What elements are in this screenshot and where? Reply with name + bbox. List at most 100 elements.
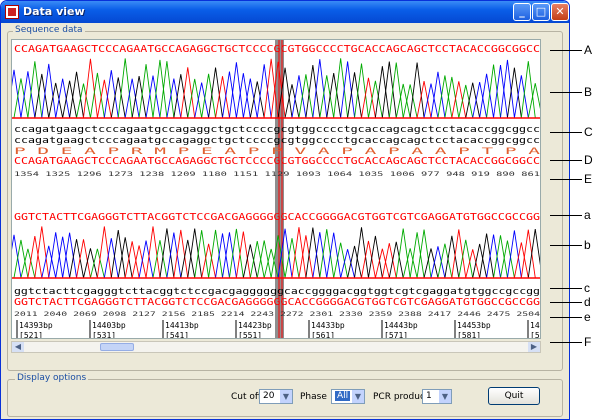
chevron-down-icon[interactable]: ▼ — [439, 390, 451, 403]
trace-peak — [486, 64, 501, 119]
scroll-thumb[interactable] — [100, 343, 134, 351]
trace-peak — [249, 81, 265, 119]
trace-peak — [486, 234, 501, 279]
bp-marker-index: [571] — [384, 331, 408, 339]
trace-peak — [215, 233, 230, 279]
trace-peak — [416, 80, 432, 119]
trace-peak — [89, 248, 105, 279]
trace-peak — [62, 232, 78, 279]
bp-marker-index: [531] — [92, 331, 116, 339]
sequence-row-a-lower: GGTCTACTTCGAGGGTCTTACGGTCTCCGACGAGGGGGGC… — [14, 212, 540, 223]
trace-peak — [291, 227, 307, 279]
bp-marker-index: [541] — [165, 331, 189, 339]
row-label-leader — [550, 317, 582, 318]
trace-peak — [228, 62, 244, 119]
pcr-product-value: 1 — [426, 391, 432, 401]
basecall-row-c1: ccagatgaagctcccagaatgccagaggctgctccccgcg… — [14, 125, 540, 135]
cutoff-select[interactable]: 20 ▼ — [259, 389, 293, 404]
trace-peak — [55, 78, 71, 119]
sequence-row-d-lower: GGTCTACTTCGAGGGTCTTACGGTCTCCGACGAGGGGGGC… — [14, 297, 540, 308]
bp-marker-label: 14413bp — [165, 321, 199, 330]
close-button[interactable]: ✕ — [551, 3, 569, 21]
trace-peak — [465, 82, 481, 119]
trace-peak — [388, 62, 404, 119]
scroll-right-arrow-icon[interactable]: ▶ — [528, 342, 540, 352]
trace-peak — [326, 73, 342, 119]
data-view-window: Data view _ □ ✕ Sequence data CCAGATGAAG… — [0, 0, 570, 420]
trace-peak — [513, 242, 529, 279]
row-label-F: F — [584, 335, 592, 349]
bp-marker-label: 14423bp — [238, 321, 272, 330]
trace-peak — [242, 244, 258, 279]
trace-peak — [423, 83, 439, 119]
horizontal-scrollbar[interactable]: ◀ ▶ — [11, 341, 541, 353]
bp-marker-index: [551] — [238, 331, 262, 339]
row-label-c: c — [584, 281, 590, 295]
trace-peak — [451, 229, 467, 279]
position-row-e: 1354 1325 1296 1273 1238 1209 1180 1151 … — [14, 171, 541, 178]
trace-peak — [361, 77, 376, 119]
row-label-D: D — [584, 153, 593, 167]
row-label-E: E — [584, 172, 593, 186]
row-label-leader — [550, 245, 582, 246]
bp-marker-index: [581] — [457, 331, 481, 339]
bp-marker-label: 14403bp — [92, 321, 126, 330]
trace-peak — [228, 228, 244, 279]
trace-peak — [347, 245, 362, 279]
phase-label: Phase — [300, 392, 327, 402]
row-label-leader — [550, 215, 582, 216]
bp-marker-label: 14453bp — [457, 321, 491, 330]
trace-peak — [395, 83, 411, 119]
trace-peak — [388, 241, 404, 279]
pcr-product-select[interactable]: 1 ▼ — [422, 389, 452, 404]
scroll-left-arrow-icon[interactable]: ◀ — [12, 342, 24, 352]
trace-peak — [124, 78, 140, 119]
trace-peak — [444, 76, 460, 119]
trace-peak — [500, 59, 515, 119]
trace-peak — [430, 246, 446, 279]
minimize-button[interactable]: _ — [513, 3, 531, 21]
trace-peak — [208, 67, 223, 119]
row-label-leader — [550, 179, 582, 180]
trace-peak — [402, 248, 418, 279]
chevron-down-icon[interactable]: ▼ — [352, 390, 364, 403]
trace-peak — [326, 232, 342, 279]
trace-peak — [319, 75, 335, 119]
bp-marker-label: 14393bp — [19, 321, 53, 330]
trace-peak — [305, 227, 321, 279]
trace-peak — [493, 64, 508, 119]
sequence-row-a: CCAGATGAAGCTCCCAGAATGCCAGAGGCTGCTCCCCGCG… — [14, 44, 540, 55]
row-label-d: d — [584, 295, 591, 309]
trace-peak — [437, 75, 453, 119]
row-label-leader — [550, 50, 582, 51]
trace-peak — [319, 229, 335, 279]
phase-value: All — [335, 391, 351, 401]
trace-peak — [173, 229, 189, 279]
bp-marker-index: [561] — [311, 331, 335, 339]
trace-peak — [340, 61, 356, 119]
title-bar[interactable]: Data view _ □ ✕ — [1, 1, 569, 23]
cutoff-value: 20 — [263, 391, 275, 401]
trace-peak — [201, 243, 217, 279]
trace-peak — [138, 240, 154, 279]
chevron-down-icon[interactable]: ▼ — [280, 390, 292, 403]
sequence-data-legend: Sequence data — [13, 25, 85, 35]
pcr-product-label: PCR product — [373, 392, 429, 402]
quit-button[interactable]: Quit — [488, 387, 540, 405]
row-label-leader — [550, 302, 582, 303]
phase-select[interactable]: All ▼ — [331, 389, 365, 404]
trace-peak — [249, 241, 265, 279]
trace-peak — [76, 83, 91, 119]
sequence-panel[interactable]: CCAGATGAAGCTCCCAGAATGCCAGAGGCTGCTCCCCGCG… — [11, 39, 541, 339]
trace-peak — [222, 232, 237, 279]
row-label-leader — [550, 92, 582, 93]
row-label-C: C — [584, 125, 593, 139]
row-label-leader — [550, 288, 582, 289]
cutoff-label: Cut off — [231, 392, 262, 402]
app-icon — [5, 5, 19, 19]
maximize-button[interactable]: □ — [532, 3, 550, 21]
trace-peak — [12, 69, 22, 119]
trace-peak — [367, 80, 383, 119]
row-label-A: A — [584, 43, 593, 57]
trace-peak — [381, 61, 397, 119]
